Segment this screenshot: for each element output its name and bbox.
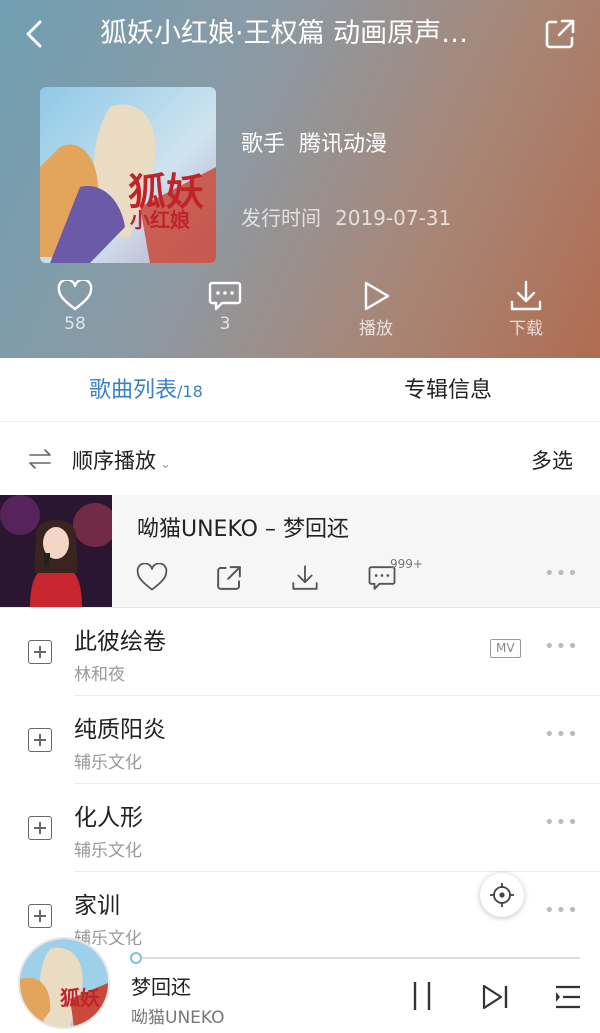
progress-handle[interactable]: [130, 952, 143, 964]
svg-text:狐妖: 狐妖: [60, 986, 100, 1010]
back-button[interactable]: [18, 16, 54, 52]
plus-icon[interactable]: [28, 816, 52, 840]
playlist-icon[interactable]: [553, 983, 583, 1011]
pause-icon[interactable]: [408, 979, 436, 1013]
play-order-dropdown[interactable]: 顺序播放 ⌄: [72, 445, 171, 475]
plus-icon[interactable]: [28, 728, 52, 752]
artist-row[interactable]: 歌手 腾讯动漫: [241, 126, 387, 158]
song-artist: 辅乐文化: [74, 753, 142, 773]
share-icon[interactable]: [214, 563, 244, 593]
top-bar: 狐妖小红娘·王权篇 动画原声…: [0, 0, 600, 70]
comment-icon: [208, 281, 242, 311]
now-playing-title: 呦猫UNEKO – 梦回还: [137, 517, 349, 542]
like-button[interactable]: 58: [25, 278, 125, 348]
player-song-title: 梦回还: [131, 975, 191, 999]
svg-text:小红娘: 小红娘: [130, 208, 190, 232]
crosshair-icon: [490, 883, 514, 907]
heart-icon: [57, 280, 93, 311]
play-label: 播放: [359, 319, 393, 339]
now-playing-thumbnail[interactable]: [0, 495, 112, 607]
chevron-down-icon: ⌄: [160, 457, 171, 472]
more-icon[interactable]: •••: [544, 900, 579, 921]
download-label: 下载: [509, 319, 543, 339]
artist-label: 歌手: [241, 132, 286, 157]
more-icon[interactable]: •••: [544, 636, 579, 657]
list-item[interactable]: 化人形 辅乐文化 •••: [0, 784, 600, 872]
shuffle-order-icon[interactable]: [28, 447, 52, 471]
share-button[interactable]: [542, 16, 578, 52]
player-cover[interactable]: 狐妖: [18, 937, 110, 1029]
mv-badge[interactable]: MV: [490, 639, 521, 658]
list-item[interactable]: 纯质阳炎 辅乐文化 •••: [0, 696, 600, 784]
album-header: 狐妖小红娘·王权篇 动画原声… 狐妖 小红娘 歌手 腾讯动漫 发行时间 2019…: [0, 0, 600, 358]
song-name: 化人形: [74, 805, 143, 831]
release-label: 发行时间: [241, 206, 321, 230]
more-icon[interactable]: •••: [544, 724, 579, 745]
album-actions: 58 3 播放 下载: [0, 278, 600, 348]
song-artist: 辅乐文化: [74, 841, 142, 861]
song-name: 纯质阳炎: [74, 717, 166, 743]
comment-count: 3: [219, 314, 231, 334]
plus-icon[interactable]: [28, 904, 52, 928]
song-count: /18: [177, 382, 203, 401]
now-playing-actions: 999+ •••: [130, 557, 600, 597]
tab-album-info[interactable]: 专辑信息: [404, 372, 492, 404]
download-button[interactable]: 下载: [476, 278, 576, 348]
play-icon: [364, 281, 390, 311]
progress-bar[interactable]: [132, 957, 580, 959]
mini-player[interactable]: 狐妖 梦回还 呦猫UNEKO: [0, 937, 600, 1033]
chevron-left-icon: [26, 20, 42, 48]
share-icon: [545, 19, 575, 49]
next-track-icon[interactable]: [480, 983, 510, 1011]
tab-bar: 歌曲列表/18 专辑信息: [0, 358, 600, 422]
play-order-label: 顺序播放: [72, 449, 156, 473]
release-date: 2019-07-31: [335, 206, 452, 230]
more-icon[interactable]: •••: [544, 563, 579, 584]
song-name: 家训: [74, 893, 120, 919]
player-artist: 呦猫UNEKO: [131, 1008, 225, 1028]
song-name: 此彼绘卷: [74, 629, 166, 655]
album-title: 狐妖小红娘·王权篇 动画原声…: [100, 18, 469, 49]
release-row: 发行时间 2019-07-31: [241, 202, 451, 231]
album-cover[interactable]: 狐妖 小红娘: [40, 87, 216, 263]
list-item[interactable]: 此彼绘卷 林和夜 MV •••: [0, 608, 600, 696]
heart-icon[interactable]: [136, 563, 168, 593]
now-playing-row[interactable]: 呦猫UNEKO – 梦回还 999+ •••: [0, 495, 600, 608]
comment-badge: 999+: [390, 557, 423, 571]
song-artist: 林和夜: [74, 665, 125, 685]
locate-current-button[interactable]: [480, 873, 524, 917]
multi-select-button[interactable]: 多选: [531, 445, 573, 475]
list-toolbar: 顺序播放 ⌄ 多选: [0, 423, 600, 495]
tab-song-list-label: 歌曲列表: [89, 378, 178, 403]
download-icon: [510, 280, 542, 311]
play-all-button[interactable]: 播放: [326, 278, 426, 348]
comment-button[interactable]: 3: [175, 278, 275, 348]
download-icon[interactable]: [290, 563, 320, 593]
more-icon[interactable]: •••: [544, 812, 579, 833]
artist-name[interactable]: 腾讯动漫: [299, 132, 387, 157]
tab-song-list[interactable]: 歌曲列表/18: [89, 372, 203, 404]
plus-icon[interactable]: [28, 640, 52, 664]
like-count: 58: [64, 314, 86, 334]
